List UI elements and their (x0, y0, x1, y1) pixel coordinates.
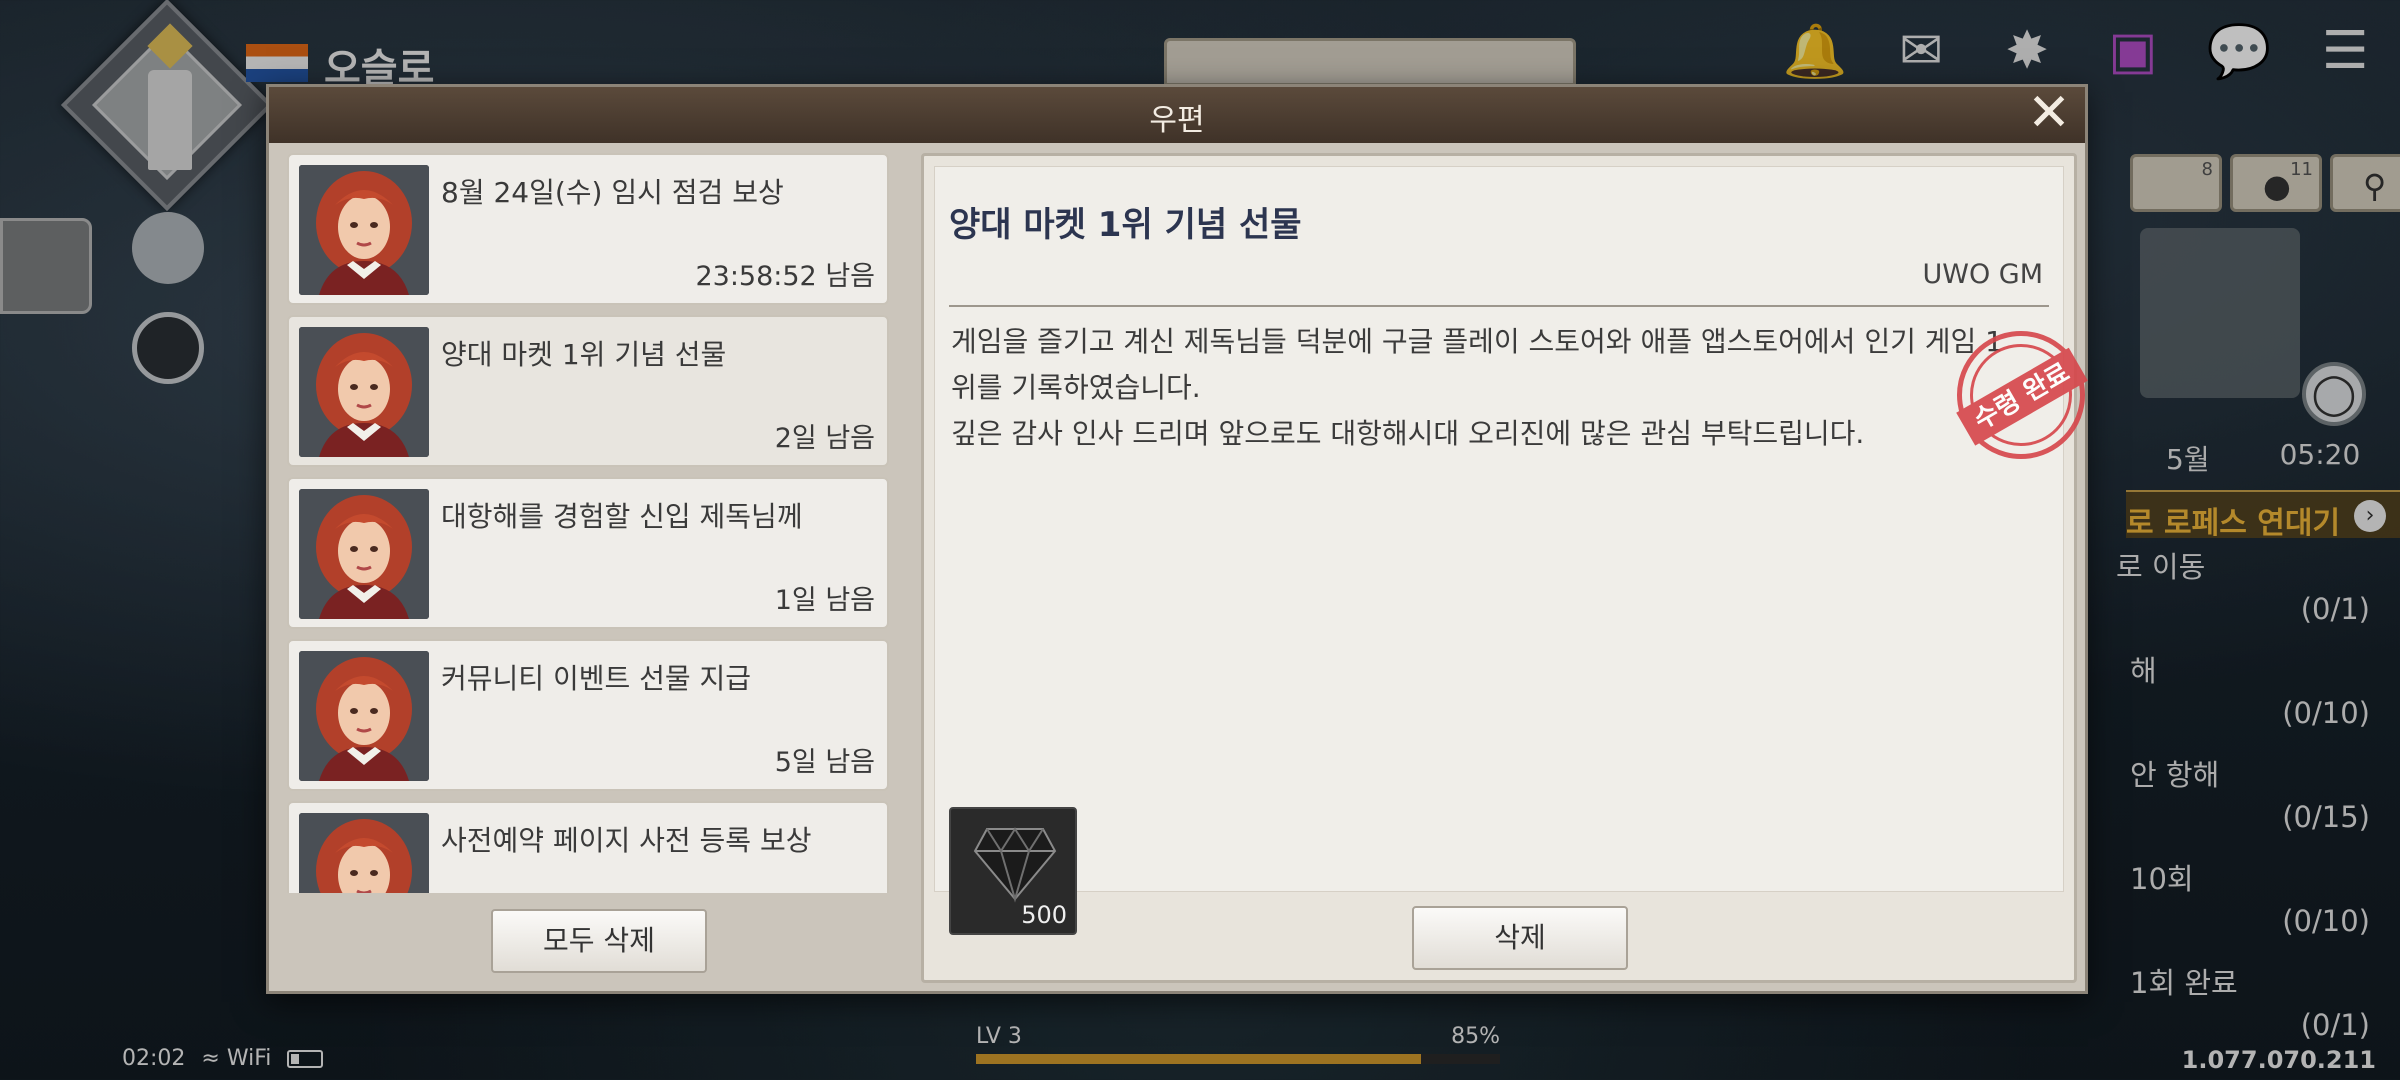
close-icon[interactable]: ✕ (2023, 87, 2075, 141)
attachment-qty: 500 (1021, 901, 1067, 929)
mail-expiry: 2일 남음 (774, 423, 875, 454)
sender-avatar (299, 651, 429, 781)
mail-list[interactable]: 8월 24일(수) 임시 점검 보상 23:58:52 남음 양대 마켓 1위 … (281, 153, 909, 893)
diamond-gem-icon (973, 827, 1057, 903)
mail-title: 사전예약 페이지 사전 등록 보상 (441, 824, 812, 857)
body-line: 게임을 즐기고 계신 제독님들 덕분에 구글 플레이 스토어와 애플 앱스토어에… (951, 325, 2003, 358)
divider (949, 305, 2049, 307)
sender-avatar (299, 489, 429, 619)
mail-body: 게임을 즐기고 계신 제독님들 덕분에 구글 플레이 스토어와 애플 앱스토어에… (951, 319, 2041, 457)
mail-expiry: 1일 남음 (774, 585, 875, 616)
mail-item[interactable]: 사전예약 페이지 사전 등록 보상 (287, 801, 889, 893)
modal-title: 우편 (1149, 103, 1205, 138)
mail-title: 양대 마켓 1위 기념 선물 (441, 338, 727, 371)
mail-detail: 양대 마켓 1위 기념 선물 UWO GM 게임을 즐기고 계신 제독님들 덕분… (921, 153, 2109, 983)
mail-subject: 양대 마켓 1위 기념 선물 (949, 205, 1302, 245)
attachment-item[interactable]: 500 (949, 807, 1077, 935)
mail-title: 커뮤니티 이벤트 선물 지급 (441, 662, 752, 695)
sender-avatar (299, 165, 429, 295)
mail-item[interactable]: 8월 24일(수) 임시 점검 보상 23:58:52 남음 (287, 153, 889, 305)
delete-button[interactable]: 삭제 (1412, 906, 1628, 970)
body-line: 위를 기록하였습니다. (951, 371, 1201, 404)
mail-sender: UWO GM (1922, 259, 2043, 290)
mail-list-panel: 8월 24일(수) 임시 점검 보상 23:58:52 남음 양대 마켓 1위 … (281, 153, 909, 979)
sender-avatar (299, 813, 429, 893)
mail-modal: 우편 ✕ 8월 24일(수) 임시 점검 보상 23:58:52 남음 양대 마… (266, 84, 2109, 994)
sender-avatar (299, 327, 429, 457)
mail-item[interactable]: 양대 마켓 1위 기념 선물 2일 남음 (287, 315, 889, 467)
mail-item[interactable]: 대항해를 경험할 신입 제독님께 1일 남음 (287, 477, 889, 629)
modal-header: 우편 ✕ (269, 87, 2085, 143)
mail-expiry: 5일 남음 (774, 747, 875, 778)
delete-all-button[interactable]: 모두 삭제 (491, 909, 707, 973)
body-line: 깊은 감사 인사 드리며 앞으로도 대항해시대 오리진에 많은 관심 부탁드립니… (951, 417, 1865, 450)
mail-title: 8월 24일(수) 임시 점검 보상 (441, 176, 784, 209)
mail-content: 양대 마켓 1위 기념 선물 UWO GM 게임을 즐기고 계신 제독님들 덕분… (934, 166, 2109, 935)
mail-item[interactable]: 커뮤니티 이벤트 선물 지급 5일 남음 (287, 639, 889, 791)
mail-expiry: 23:58:52 남음 (695, 261, 875, 292)
mail-title: 대항해를 경험할 신입 제독님께 (441, 500, 803, 533)
